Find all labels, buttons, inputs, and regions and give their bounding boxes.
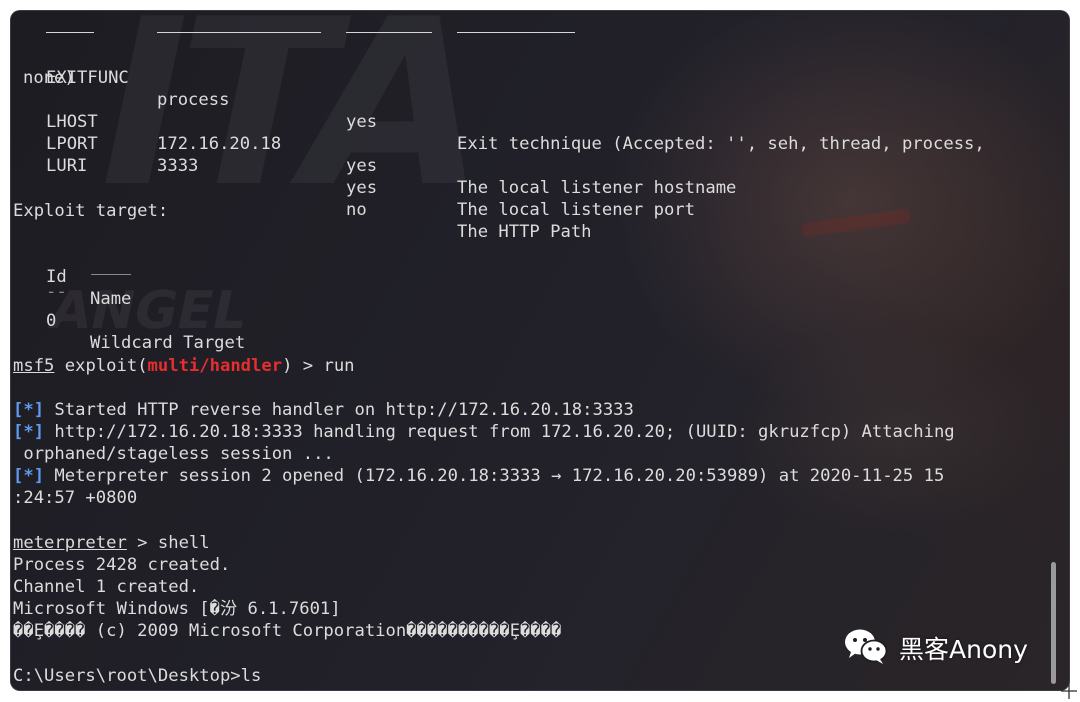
watermark-text: 黑客Anony: [899, 635, 1028, 664]
process-created: Process 2428 created.: [13, 555, 231, 575]
option-setting: 3333: [157, 156, 199, 176]
output-session-cont: :24:57 +0800: [13, 488, 138, 508]
output-text: Meterpreter session 2 opened (172.16.20.…: [44, 466, 945, 486]
col-name-header: Name: [90, 289, 132, 309]
option-row-exitfunc: EXITFUNC process yes Exit technique (Acc…: [13, 45, 985, 154]
header-rule-description: [457, 32, 575, 33]
exploit-target-dash-row: --: [13, 259, 75, 302]
output-handling: [*] http://172.16.20.18:3333 handling re…: [13, 421, 955, 443]
option-required: yes: [346, 112, 378, 132]
channel-created: Channel 1 created.: [13, 577, 200, 597]
windows-version: Microsoft Windows [�汾 6.1.7601]: [13, 599, 341, 619]
option-required: no: [346, 200, 367, 220]
option-setting: 172.16.20.18: [157, 134, 282, 154]
option-description: The HTTP Path: [457, 222, 592, 242]
vertical-scrollbar[interactable]: [1051, 562, 1056, 684]
output-started: [*] Started HTTP reverse handler on http…: [13, 399, 634, 421]
option-required: yes: [346, 178, 378, 198]
option-row-lport: LPORT 3333 yes The local listener port: [13, 111, 695, 220]
exploit-target-row: 0 Wildcard Target: [13, 288, 245, 353]
run-command: ) > run: [282, 356, 355, 376]
windows-copyright: ��Ȩ���� (c) 2009 Microsoft Corporation��…: [13, 621, 562, 641]
msf-prompt-line: msf5 exploit(multi/handler) > run: [13, 355, 355, 377]
option-row-exitfunc-cont: none): [23, 68, 75, 88]
option-row-luri: LURI no The HTTP Path: [13, 133, 592, 242]
terminal-output[interactable]: EXITFUNC process yes Exit technique (Acc…: [11, 11, 1069, 690]
header-rule-name: [46, 32, 94, 33]
output-handling-cont: orphaned/stageless session ...: [13, 444, 334, 464]
option-description: The local listener port: [457, 200, 695, 220]
option-required: yes: [346, 156, 378, 176]
shell-command: > shell: [126, 533, 210, 553]
option-description: The local listener hostname: [457, 178, 737, 198]
terminal-window: ITA ANGEL EXITFUNC process yes Exit tech…: [11, 11, 1069, 690]
target-name: Wildcard Target: [90, 333, 246, 353]
option-row-lhost: LHOST 172.16.20.18 yes The local listene…: [13, 89, 736, 198]
header-rule-required: [346, 32, 432, 33]
target-id: 0: [46, 311, 57, 331]
output-session: [*] Meterpreter session 2 opened (172.16…: [13, 465, 944, 487]
exploit-open: exploit(: [54, 356, 148, 376]
output-text: Started HTTP reverse handler on http://1…: [44, 400, 634, 420]
info-marker: [*]: [13, 400, 45, 420]
option-description: Exit technique (Accepted: '', seh, threa…: [457, 134, 985, 154]
info-marker: [*]: [13, 422, 45, 442]
module-name: multi/handler: [147, 356, 283, 376]
output-text: http://172.16.20.18:3333 handling reques…: [44, 422, 955, 442]
option-name: LURI: [46, 156, 88, 176]
option-setting: process: [157, 90, 230, 110]
msf-prompt: msf5: [13, 356, 55, 376]
exploit-target-heading: Exploit target:: [13, 201, 169, 221]
meterpreter-prompt-line: meterpreter > shell: [13, 532, 210, 554]
watermark: 黑客Anony: [843, 626, 1028, 670]
wechat-icon: [843, 626, 889, 670]
meterpreter-prompt: meterpreter: [13, 533, 127, 553]
resize-handle-icon[interactable]: [1060, 682, 1078, 700]
header-rule-setting: [157, 32, 321, 33]
col-name-rule: [91, 274, 131, 275]
shell-cwd-prompt[interactable]: C:\Users\root\Desktop>ls: [13, 665, 261, 687]
info-marker: [*]: [13, 466, 45, 486]
